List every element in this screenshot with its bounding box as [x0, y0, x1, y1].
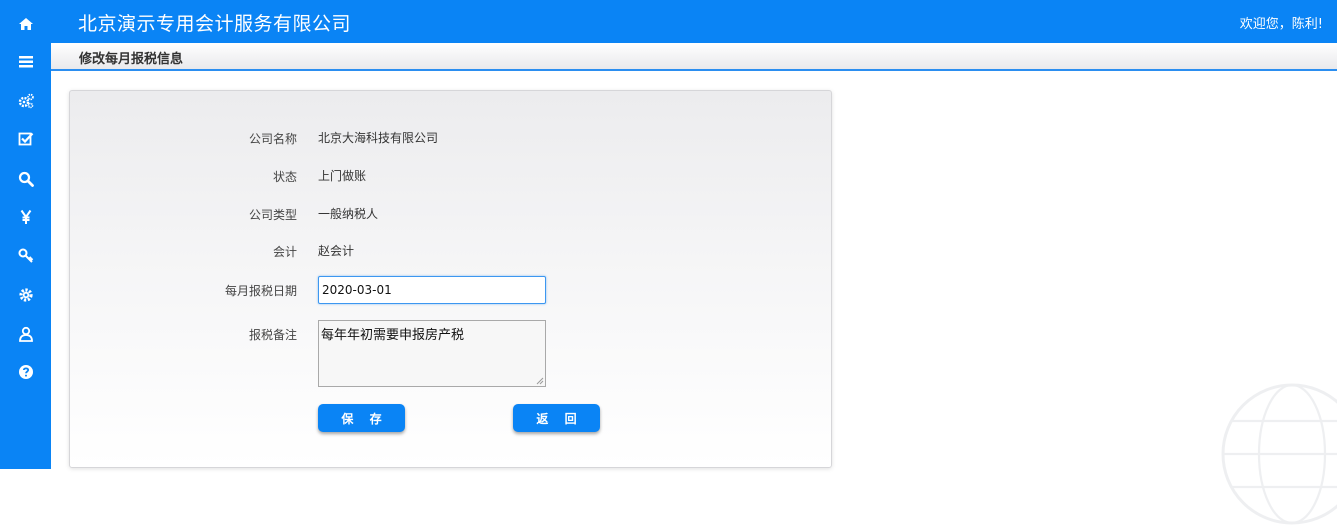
gears-icon[interactable] — [0, 86, 51, 116]
help-icon[interactable] — [0, 357, 51, 387]
sidebar — [0, 0, 51, 469]
company-title: 北京演示专用会计服务有限公司 — [78, 9, 351, 36]
key-icon[interactable] — [0, 241, 51, 271]
page-title: 修改每月报税信息 — [79, 48, 183, 67]
accountant-label: 会计 — [69, 243, 297, 260]
save-button[interactable]: 保 存 — [318, 404, 405, 432]
search-icon[interactable] — [0, 164, 51, 194]
tax-note-textarea[interactable]: 每年年初需要申报房产税 — [318, 320, 546, 387]
back-button[interactable]: 返 回 — [513, 404, 600, 432]
company-name-label: 公司名称 — [69, 130, 297, 147]
tax-date-label: 每月报税日期 — [69, 282, 297, 299]
list-icon[interactable] — [0, 47, 51, 77]
tax-date-input[interactable] — [318, 276, 546, 304]
welcome-text: 欢迎您，陈利! — [1240, 13, 1323, 32]
home-icon[interactable] — [0, 9, 51, 39]
user-icon[interactable] — [0, 319, 51, 349]
status-value: 上门做账 — [318, 167, 366, 184]
top-header: 北京演示专用会计服务有限公司 欢迎您，陈利! — [51, 0, 1337, 43]
company-type-value: 一般纳税人 — [318, 205, 378, 222]
tax-note-label: 报税备注 — [69, 326, 297, 343]
company-name-value: 北京大海科技有限公司 — [318, 129, 438, 146]
status-label: 状态 — [69, 168, 297, 185]
resize-grip-icon[interactable] — [534, 375, 544, 385]
accountant-value: 赵会计 — [318, 242, 354, 259]
settings-icon[interactable] — [0, 280, 51, 310]
company-type-label: 公司类型 — [69, 206, 297, 223]
globe-decoration — [1217, 379, 1337, 529]
checkbox-icon[interactable] — [0, 124, 51, 154]
yen-icon[interactable] — [0, 202, 51, 232]
page-title-bar: 修改每月报税信息 — [51, 43, 1337, 71]
